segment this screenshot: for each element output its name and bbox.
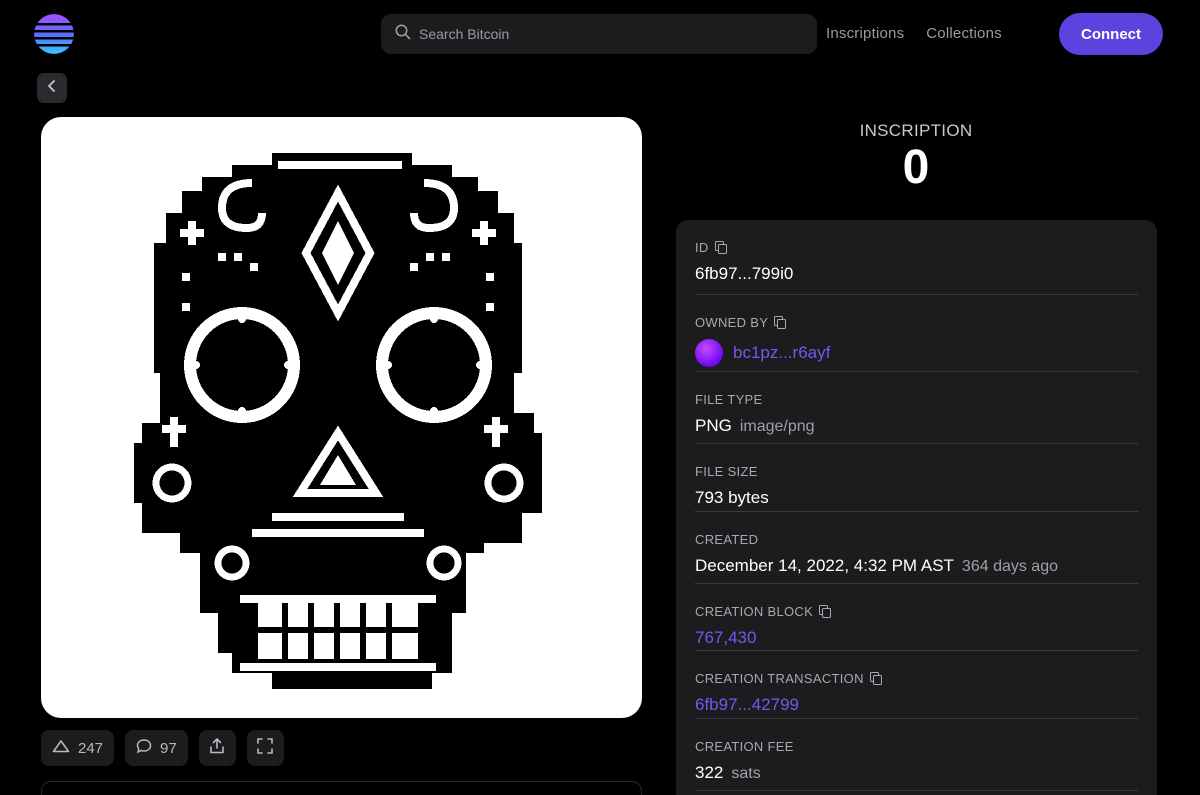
connect-button[interactable]: Connect <box>1059 13 1163 55</box>
owned-by-label: OWNED BY <box>695 314 769 330</box>
copy-icon[interactable] <box>869 672 882 685</box>
copy-icon[interactable] <box>714 241 727 254</box>
inscription-number: 0 <box>902 141 930 194</box>
sugar-skull-image <box>133 152 542 689</box>
comment-button[interactable]: 97 <box>125 730 188 766</box>
comment-icon <box>136 738 152 758</box>
detail-owned-by: OWNED BY bc1pz...r6ayf <box>695 295 1138 372</box>
inscription-image[interactable] <box>41 117 642 718</box>
creation-fee-unit: sats <box>731 765 761 782</box>
share-icon <box>208 737 226 759</box>
nav-inscriptions[interactable]: Inscriptions <box>826 25 904 42</box>
creation-transaction-label: CREATION TRANSACTION <box>695 670 864 686</box>
triangle-up-icon <box>52 739 70 757</box>
nav-collections[interactable]: Collections <box>926 25 1002 42</box>
action-bar: 247 97 <box>41 730 284 766</box>
like-button[interactable]: 247 <box>41 730 115 766</box>
file-type-mime: image/png <box>739 418 815 435</box>
file-type-value: PNG <box>695 416 732 435</box>
created-label: CREATED <box>695 531 759 547</box>
expand-icon <box>256 737 274 759</box>
copy-icon[interactable] <box>819 605 832 618</box>
detail-creation-block: CREATION BLOCK 767,430 <box>695 584 1138 651</box>
detail-id: ID 6fb97...799i0 <box>695 220 1138 295</box>
detail-file-size: FILE SIZE 793 bytes <box>695 444 1138 512</box>
chevron-left-icon <box>46 79 58 98</box>
share-button[interactable] <box>198 730 236 766</box>
detail-file-type: FILE TYPE PNG image/png <box>695 372 1138 444</box>
creation-block-label: CREATION BLOCK <box>695 603 814 619</box>
page: Inscriptions Collections Connect <box>0 0 1200 795</box>
file-size-label: FILE SIZE <box>695 463 758 479</box>
id-label: ID <box>695 239 709 255</box>
created-relative: 364 days ago <box>961 558 1058 575</box>
copy-icon[interactable] <box>774 316 787 329</box>
file-size-value: 793 bytes <box>695 488 769 507</box>
back-button[interactable] <box>37 73 67 103</box>
detail-created: CREATED December 14, 2022, 4:32 PM AST 36… <box>695 512 1138 584</box>
creation-fee-label: CREATION FEE <box>695 738 794 754</box>
owner-address-link[interactable]: bc1pz...r6ayf <box>733 343 830 363</box>
avatar <box>695 339 723 367</box>
creation-transaction-link[interactable]: 6fb97...42799 <box>695 695 1138 715</box>
search-bar[interactable] <box>381 14 817 54</box>
top-nav: Inscriptions Collections <box>826 25 1002 42</box>
detail-creation-fee: CREATION FEE 322 sats <box>695 719 1138 791</box>
lower-card <box>41 781 642 795</box>
search-icon <box>395 24 411 45</box>
comment-count: 97 <box>160 739 177 757</box>
id-value: 6fb97...799i0 <box>695 264 794 283</box>
fullscreen-button[interactable] <box>246 730 284 766</box>
created-value: December 14, 2022, 4:32 PM AST <box>695 556 954 575</box>
inscription-label: INSCRIPTION <box>859 121 973 140</box>
creation-block-link[interactable]: 767,430 <box>695 628 1138 648</box>
details-panel: ID 6fb97...799i0 OWNED BY bc1pz...r6ayf … <box>676 220 1157 795</box>
detail-creation-transaction: CREATION TRANSACTION 6fb97...42799 <box>695 651 1138 719</box>
creation-fee-value: 322 <box>695 763 724 782</box>
search-input[interactable] <box>419 26 799 42</box>
like-count: 247 <box>78 739 104 757</box>
file-type-label: FILE TYPE <box>695 391 763 407</box>
logo-icon[interactable] <box>34 14 74 54</box>
